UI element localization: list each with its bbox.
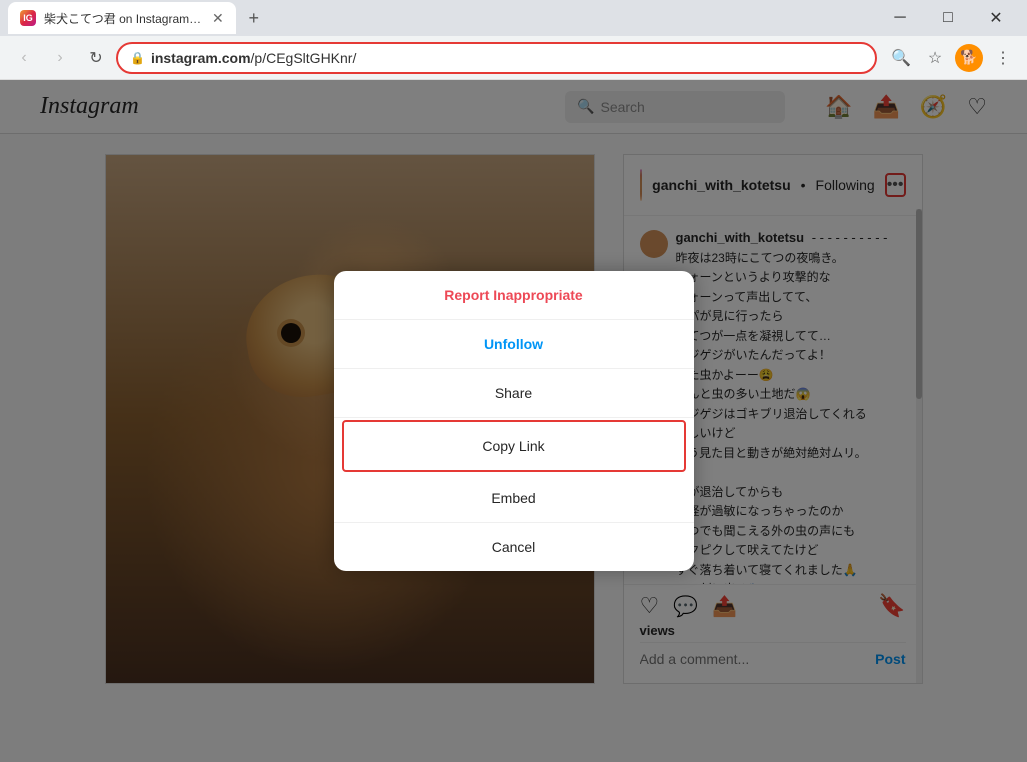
copy-link-label: Copy Link xyxy=(482,438,544,454)
cancel-label: Cancel xyxy=(492,539,536,555)
options-modal: Report Inappropriate Unfollow Share Copy… xyxy=(334,271,694,571)
share-button[interactable]: Share xyxy=(334,369,694,418)
forward-button[interactable]: › xyxy=(44,42,76,74)
tab-favicon-icon: IG xyxy=(20,10,36,26)
minimize-button[interactable]: ─ xyxy=(877,0,923,36)
window-controls: ─ □ ✕ xyxy=(877,0,1019,36)
browser-titlebar: IG 柴犬こてつ君 on Instagram: "- - - × ✕ + ─ □… xyxy=(0,0,1027,36)
tab-close-button[interactable]: ✕ xyxy=(212,10,224,27)
maximize-button[interactable]: □ xyxy=(925,0,971,36)
unfollow-button[interactable]: Unfollow xyxy=(334,320,694,369)
browser-toolbar: ‹ › ↻ 🔒 instagram.com/p/CEgSltGHKnr/ 🔍 ☆… xyxy=(0,36,1027,80)
address-bar[interactable]: 🔒 instagram.com/p/CEgSltGHKnr/ xyxy=(116,42,877,74)
search-icon[interactable]: 🔍 xyxy=(885,42,917,74)
unfollow-label: Unfollow xyxy=(484,336,543,352)
browser-menu-icon[interactable]: ⋮ xyxy=(987,42,1019,74)
bookmark-star-icon[interactable]: ☆ xyxy=(919,42,951,74)
modal-overlay[interactable]: Report Inappropriate Unfollow Share Copy… xyxy=(0,80,1027,762)
security-lock-icon: 🔒 xyxy=(130,51,145,65)
embed-label: Embed xyxy=(491,490,535,506)
cancel-button[interactable]: Cancel xyxy=(334,523,694,571)
instagram-page: Instagram 🔍 Search 🏠 📤 🧭 ♡ ganchi_wi xyxy=(0,80,1027,762)
toolbar-icons: 🔍 ☆ 🐕 ⋮ xyxy=(885,42,1019,74)
url-domain: instagram.com xyxy=(151,50,251,66)
new-tab-button[interactable]: + xyxy=(240,4,268,32)
tab-title: 柴犬こてつ君 on Instagram: "- - - × xyxy=(44,10,204,27)
close-window-button[interactable]: ✕ xyxy=(973,0,1019,36)
browser-tab[interactable]: IG 柴犬こてつ君 on Instagram: "- - - × ✕ xyxy=(8,2,236,34)
share-label: Share xyxy=(495,385,532,401)
report-inappropriate-button[interactable]: Report Inappropriate xyxy=(334,271,694,320)
url-display: instagram.com/p/CEgSltGHKnr/ xyxy=(151,50,863,66)
user-avatar: 🐕 xyxy=(955,44,983,72)
embed-button[interactable]: Embed xyxy=(334,474,694,523)
copy-link-button[interactable]: Copy Link xyxy=(342,420,686,472)
reload-button[interactable]: ↻ xyxy=(80,42,112,74)
url-path: /p/CEgSltGHKnr/ xyxy=(251,50,357,66)
back-button[interactable]: ‹ xyxy=(8,42,40,74)
profile-avatar-icon[interactable]: 🐕 xyxy=(953,42,985,74)
report-label: Report Inappropriate xyxy=(444,287,582,303)
